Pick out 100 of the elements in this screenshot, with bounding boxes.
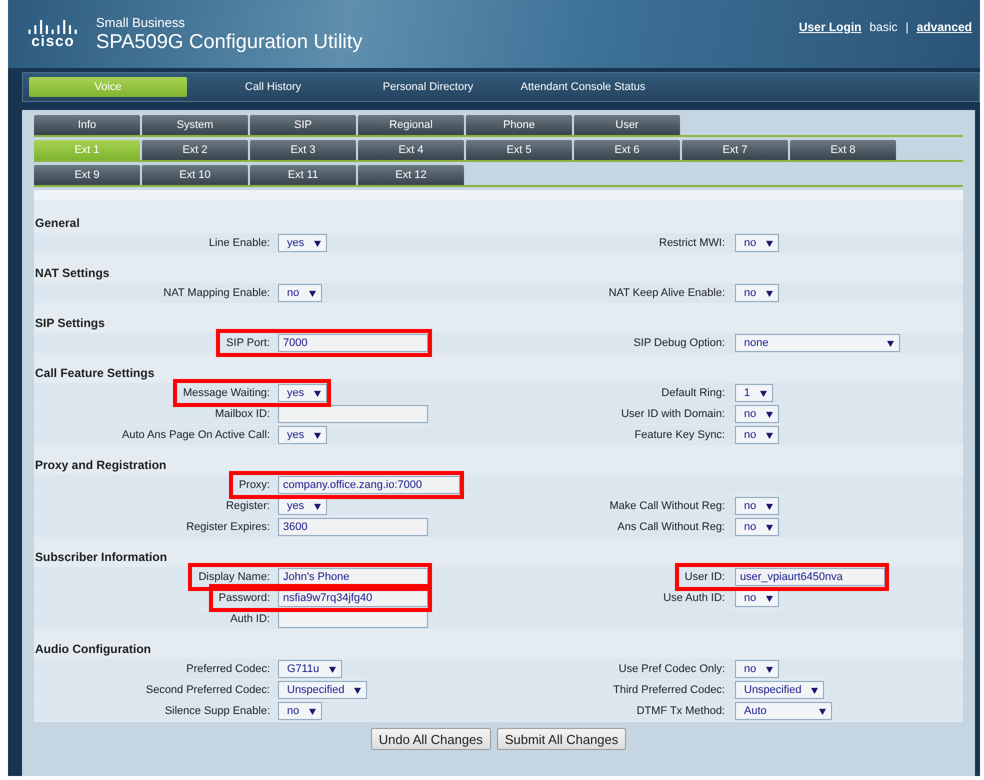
header-link[interactable]: User Login [798, 20, 862, 34]
header-link[interactable]: advanced [916, 20, 972, 34]
field-label: DTMF Tx Method: [636, 705, 725, 717]
field-label: Message Waiting: [182, 387, 270, 399]
dropdown[interactable]: no [278, 702, 322, 720]
dropdown[interactable]: yes [278, 234, 328, 252]
dropdown-arrow-icon [314, 432, 322, 438]
dropdown[interactable]: no [278, 284, 322, 302]
dropdown-arrow-icon [819, 708, 826, 714]
field-label: Feature Key Sync: [634, 429, 725, 441]
tab[interactable]: Ext 3 [250, 140, 356, 160]
field-label: Password: [218, 592, 270, 604]
action-button[interactable]: Undo All Changes [370, 728, 491, 750]
dropdown[interactable]: no [735, 234, 780, 252]
tab[interactable]: Ext 5 [466, 140, 572, 160]
field-label: NAT Keep Alive Enable: [608, 287, 725, 299]
field-label: Make Call Without Reg: [609, 500, 725, 512]
tab[interactable]: Ext 9 [34, 165, 140, 185]
input-field[interactable] [278, 405, 428, 423]
nav-tab[interactable]: Attendant Console Status [503, 77, 663, 97]
dropdown-arrow-icon [766, 524, 774, 530]
mode-link[interactable]: basic [870, 20, 898, 34]
tab[interactable]: Ext 12 [358, 165, 464, 185]
field-label: Silence Supp Enable: [164, 705, 270, 717]
nav-tab[interactable]: Personal Directory [353, 77, 503, 97]
dropdown[interactable]: G711u [278, 660, 342, 678]
nav-tab[interactable]: Call History [193, 77, 353, 97]
dropdown-arrow-icon [887, 340, 894, 346]
tab[interactable]: Ext 10 [142, 165, 248, 185]
field-label: Register Expires: [186, 521, 270, 533]
tab[interactable]: Phone [466, 115, 572, 135]
dropdown-arrow-icon [314, 390, 322, 396]
dropdown[interactable]: no [735, 284, 780, 302]
field-label: SIP Debug Option: [633, 337, 725, 349]
field-label: SIP Port: [226, 337, 270, 349]
field-label: NAT Mapping Enable: [163, 287, 270, 299]
tab[interactable]: Ext 2 [142, 140, 248, 160]
section-title: Proxy and Registration [34, 457, 168, 474]
field-label: Display Name: [198, 571, 270, 583]
dropdown-arrow-icon [766, 666, 774, 672]
tab[interactable]: System [142, 115, 248, 135]
section-title: NAT Settings [34, 265, 110, 282]
dropdown[interactable]: yes [278, 426, 328, 444]
field-label: User ID with Domain: [621, 408, 725, 420]
logo-text: cisco [31, 34, 75, 50]
field-label: Second Preferred Codec: [146, 684, 270, 696]
action-button[interactable]: Submit All Changes [496, 728, 626, 750]
field-label: Preferred Codec: [186, 663, 270, 675]
dropdown-arrow-icon [354, 686, 362, 694]
tab[interactable]: Ext 4 [358, 140, 464, 160]
dropdown[interactable]: no [735, 518, 780, 536]
section-title: Subscriber Information [34, 549, 168, 566]
dropdown[interactable]: Auto [735, 702, 832, 720]
section-title: General [34, 215, 81, 232]
dropdown[interactable]: none [735, 334, 900, 352]
field-label: Restrict MWI: [659, 237, 725, 249]
dropdown-arrow-icon [766, 410, 774, 418]
dropdown-arrow-icon [309, 708, 316, 714]
brand-text: Small Business [96, 15, 186, 30]
dropdown[interactable]: no [735, 426, 780, 444]
dropdown[interactable]: Unspecified [735, 681, 824, 699]
field-label: Proxy: [238, 479, 270, 491]
tab[interactable]: Info [34, 115, 140, 135]
dropdown[interactable]: yes [278, 384, 328, 402]
dropdown-arrow-icon [329, 666, 336, 672]
field-label: Use Auth ID: [663, 592, 725, 604]
field-label: Ans Call Without Reg: [617, 521, 725, 533]
dropdown-arrow-icon [314, 502, 322, 510]
dropdown[interactable]: Unspecified [278, 681, 368, 699]
input-field[interactable]: 7000 [278, 334, 428, 352]
dropdown-arrow-icon [766, 240, 774, 246]
field-label: Auto Ans Page On Active Call: [122, 429, 270, 441]
input-field[interactable]: 3600 [278, 518, 428, 536]
field-label: Default Ring: [661, 387, 725, 399]
tab[interactable]: Ext 6 [574, 140, 680, 160]
field-label: Mailbox ID: [214, 408, 270, 420]
dropdown[interactable]: no [735, 660, 780, 678]
field-label: Auth ID: [230, 613, 270, 625]
dropdown-arrow-icon [766, 432, 774, 438]
field-label: Line Enable: [208, 237, 270, 249]
tab[interactable]: User [574, 115, 680, 135]
section-title: SIP Settings [34, 315, 106, 332]
separator-text: | [906, 20, 909, 34]
tab[interactable]: Ext 11 [250, 165, 356, 185]
dropdown[interactable]: no [735, 497, 780, 515]
dropdown-arrow-icon [811, 686, 818, 694]
dropdown[interactable]: no [735, 405, 780, 423]
section-title: Audio Configuration [34, 641, 152, 658]
input-field[interactable]: user_vpiaurt6450nva [735, 568, 885, 586]
tab[interactable]: SIP [250, 115, 356, 135]
input-field[interactable]: company.office.zang.io:7000 [278, 476, 460, 494]
tab[interactable]: Regional [358, 115, 464, 135]
field-label: User ID: [684, 571, 725, 583]
dropdown-arrow-icon [766, 594, 774, 602]
field-label: Third Preferred Codec: [613, 684, 725, 696]
tab[interactable]: Ext 8 [790, 140, 896, 160]
tab[interactable]: Ext 7 [682, 140, 788, 160]
app-title: SPA509G Configuration Utility [96, 30, 362, 54]
dropdown[interactable]: 1 [735, 384, 774, 402]
dropdown-arrow-icon [314, 240, 322, 246]
